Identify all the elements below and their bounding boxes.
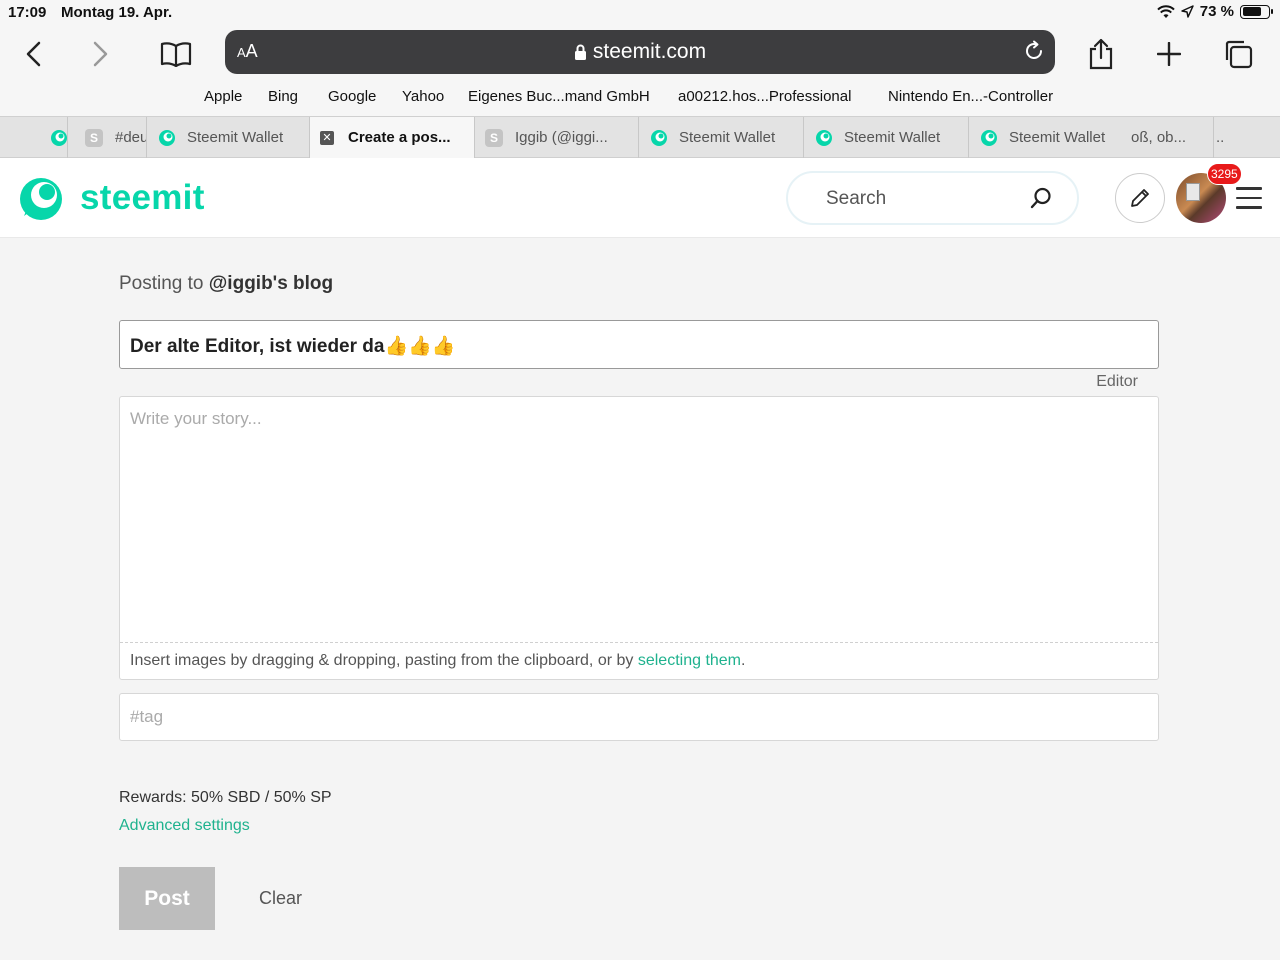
chevron-left-icon (26, 41, 41, 67)
book-icon (160, 42, 192, 67)
select-images-link[interactable]: selecting them (638, 652, 741, 669)
editor-toggle-link[interactable]: Editor (1096, 373, 1138, 391)
url-host: steemit.com (592, 40, 707, 63)
reload-icon[interactable] (1023, 40, 1045, 62)
forward-button[interactable] (81, 34, 121, 74)
status-bar: 17:09 Montag 19. Apr. 73 % (0, 0, 1280, 26)
tab-create-post[interactable]: ✕ Create a pos... (309, 117, 474, 158)
pencil-icon (1131, 189, 1149, 207)
steemit-logo-icon (651, 129, 667, 146)
tab-steemit-wallet[interactable]: Steemit Wallet (146, 117, 309, 158)
status-indicators: 73 % (1157, 3, 1273, 20)
address-bar[interactable]: AA steemit.com (225, 30, 1055, 74)
favorite-link[interactable]: Google (328, 88, 376, 105)
title-input[interactable]: Der alte Editor, ist wieder da👍👍👍 (119, 320, 1159, 369)
hamburger-icon (1236, 187, 1262, 190)
search-input[interactable]: Search (826, 188, 886, 210)
lock-icon (574, 44, 586, 60)
submit-story-button[interactable] (1115, 173, 1165, 223)
search-field[interactable]: Search (786, 171, 1079, 225)
s-favicon-icon: S (485, 128, 503, 147)
tab-partial[interactable]: .. (1213, 117, 1280, 158)
steemit-logo-icon (20, 178, 62, 220)
status-time: 17:09 (8, 4, 47, 21)
steemit-logo[interactable]: steemit (18, 174, 205, 222)
favorite-link[interactable]: Bing (268, 88, 298, 105)
favorite-link[interactable]: Nintendo En...-Controller (888, 88, 1053, 105)
favorite-link[interactable]: Apple (204, 88, 242, 105)
advanced-settings-link[interactable]: Advanced settings (119, 817, 250, 835)
site-header: steemit Search (0, 158, 1280, 238)
favorite-link[interactable]: a00212.hos...Professional (678, 88, 851, 105)
search-icon[interactable] (1029, 186, 1053, 210)
plus-icon (1157, 42, 1181, 66)
favorite-link[interactable]: Yahoo (402, 88, 444, 105)
status-date: Montag 19. Apr. (61, 4, 173, 21)
new-tab-button[interactable] (1149, 34, 1189, 74)
menu-button[interactable] (1236, 187, 1262, 209)
posting-to-label: Posting to @iggib's blog (119, 273, 334, 294)
steemit-logo-icon (51, 129, 67, 146)
favorite-link[interactable]: Eigenes Buc...mand GmbH (468, 88, 650, 105)
close-icon[interactable]: ✕ (320, 130, 334, 145)
share-icon (1089, 38, 1113, 70)
share-button[interactable] (1081, 34, 1121, 74)
clear-button[interactable]: Clear (259, 888, 302, 909)
tab-overview-button[interactable] (1218, 34, 1258, 74)
steemit-logo-icon (816, 129, 832, 146)
body-textarea[interactable]: Write your story... Insert images by dra… (119, 396, 1159, 680)
back-button[interactable] (13, 34, 53, 74)
tag-input[interactable]: #tag (119, 693, 1159, 741)
steemit-logo-icon (159, 129, 175, 146)
brand-wordmark: steemit (80, 178, 205, 217)
s-favicon-icon: S (85, 128, 103, 147)
tab-iggib-profile[interactable]: S Iggib (@iggi... (474, 117, 638, 158)
tab-steemit-wallet[interactable]: Steemit Wallet (638, 117, 803, 158)
browser-toolbar: AA steemit.com (0, 26, 1280, 82)
tab-steemit[interactable] (27, 117, 67, 158)
tab-partial[interactable]: oß, ob... (1128, 117, 1213, 158)
steemit-logo-icon (981, 129, 997, 146)
body-placeholder: Write your story... (130, 409, 262, 428)
notification-badge[interactable]: 3295 (1207, 163, 1242, 185)
tabs-icon (1225, 40, 1253, 69)
tab-steemit-wallet[interactable]: Steemit Wallet (968, 117, 1128, 158)
url-display[interactable]: steemit.com (225, 40, 1055, 64)
battery-icon (1240, 4, 1273, 19)
favorites-bar: Apple Bing Google Yahoo Eigenes Buc...ma… (0, 82, 1280, 116)
tab-steemit-wallet[interactable]: Steemit Wallet (803, 117, 968, 158)
battery-percent: 73 % (1199, 3, 1234, 20)
post-button[interactable]: Post (119, 867, 215, 930)
location-arrow-icon (1181, 5, 1194, 18)
chevron-right-icon (93, 41, 108, 67)
wifi-icon (1157, 4, 1175, 18)
posting-account: @iggib's blog (208, 273, 334, 294)
tab-bar: S #deu Steemit Wallet ✕ Create a pos... SI… (0, 116, 1280, 158)
rewards-info: Rewards: 50% SBD / 50% SP (119, 789, 332, 806)
image-drop-hint: Insert images by dragging & dropping, pa… (120, 642, 1158, 679)
bookmarks-button[interactable] (156, 34, 196, 74)
tab-deu[interactable]: S #deu (67, 117, 146, 158)
